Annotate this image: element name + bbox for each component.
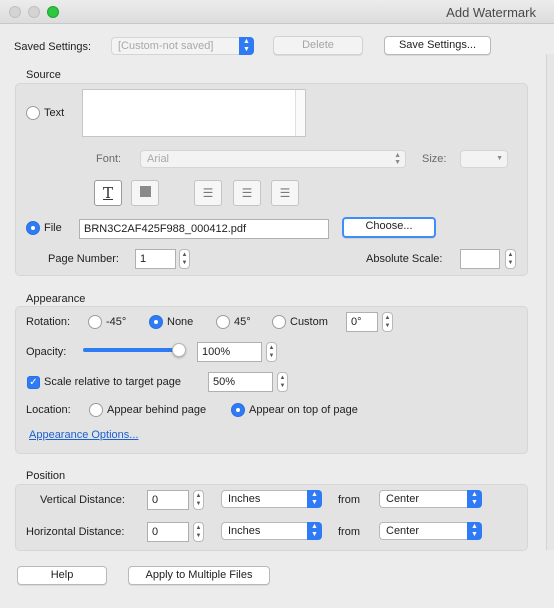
horizontal-from-label: from [338, 526, 360, 538]
align-right-icon[interactable]: ☰ [271, 180, 299, 206]
select-arrows-icon: ▲ ▼ [239, 37, 254, 55]
text-radio-label: Text [44, 107, 65, 119]
rotation-custom-label: Custom [290, 316, 328, 328]
horizontal-unit-value: Inches [228, 525, 261, 537]
opacity-field[interactable]: 100% [197, 342, 262, 362]
appearance-section-title: Appearance [26, 293, 86, 305]
watermark-text-area[interactable] [82, 89, 306, 137]
title-bar: Add Watermark [0, 0, 554, 24]
rotation-none-label: None [167, 316, 194, 328]
file-radio-label: File [44, 222, 62, 234]
vertical-from-value: Center [386, 493, 420, 505]
choose-file-button[interactable]: Choose... [342, 217, 436, 238]
horizontal-distance-stepper[interactable]: ▲ ▼ [193, 522, 204, 542]
zoom-window-button[interactable] [47, 6, 59, 18]
absolute-scale-field[interactable] [460, 249, 500, 269]
select-arrows-icon: ▲ ▼ [307, 522, 322, 540]
absolute-scale-label: Absolute Scale: [366, 253, 443, 265]
scale-field[interactable]: 50% [208, 372, 273, 392]
rotation-custom-field[interactable]: 0° [346, 312, 378, 332]
position-section-title: Position [26, 470, 66, 482]
scroll-rail[interactable] [546, 54, 554, 550]
rotation-45-radio[interactable] [216, 315, 230, 329]
scale-stepper[interactable]: ▲ ▼ [277, 372, 288, 392]
chevron-down-icon: ▼ [496, 155, 503, 162]
horizontal-distance-field[interactable]: 0 [147, 522, 189, 542]
rotation-45-label: 45° [234, 316, 251, 328]
opacity-slider-track[interactable] [83, 343, 186, 357]
saved-settings-label: Saved Settings: [14, 41, 92, 53]
close-window-button[interactable] [9, 6, 21, 18]
select-arrows-icon: ▲ ▼ [394, 152, 401, 166]
page-number-field[interactable]: 1 [135, 249, 176, 269]
vertical-distance-label: Vertical Distance: [40, 494, 125, 506]
location-behind-radio[interactable] [89, 403, 103, 417]
vertical-distance-field[interactable]: 0 [147, 490, 189, 510]
page-number-label: Page Number: [48, 253, 119, 265]
delete-button[interactable]: Delete [273, 36, 363, 55]
select-arrows-icon: ▲ ▼ [467, 490, 482, 508]
minimize-window-button[interactable] [28, 6, 40, 18]
rotation-none-radio[interactable] [149, 315, 163, 329]
align-center-icon[interactable]: ☰ [233, 180, 261, 206]
font-value: Arial [147, 153, 170, 165]
apply-multiple-files-button[interactable]: Apply to Multiple Files [128, 566, 270, 585]
save-settings-button[interactable]: Save Settings... [384, 36, 491, 55]
location-label: Location: [26, 404, 71, 416]
fill-square-icon[interactable] [131, 180, 159, 206]
appearance-options-link[interactable]: Appearance Options... [29, 429, 138, 441]
help-button[interactable]: Help [17, 566, 107, 585]
opacity-label: Opacity: [26, 346, 67, 358]
location-top-label: Appear on top of page [249, 404, 358, 416]
text-style-icon[interactable]: T [94, 180, 122, 206]
horizontal-from-select[interactable]: Center ▲ ▼ [379, 522, 482, 540]
select-arrows-icon: ▲ ▼ [307, 490, 322, 508]
opacity-stepper[interactable]: ▲ ▼ [266, 342, 277, 362]
opacity-slider-fill [83, 348, 183, 352]
text-area-scrollbar[interactable] [295, 90, 305, 136]
saved-settings-value: [Custom-not saved] [118, 40, 214, 52]
rotation-label: Rotation: [26, 316, 71, 328]
rotation-custom-stepper[interactable]: ▲ ▼ [382, 312, 393, 332]
horizontal-unit-select[interactable]: Inches ▲ ▼ [221, 522, 322, 540]
size-label: Size: [422, 153, 447, 165]
rotation-minus45-label: -45° [106, 316, 127, 328]
page-number-stepper[interactable]: ▲ ▼ [179, 249, 190, 269]
vertical-from-select[interactable]: Center ▲ ▼ [379, 490, 482, 508]
saved-settings-select[interactable]: [Custom-not saved] ▲ ▼ [111, 37, 254, 55]
rotation-custom-radio[interactable] [272, 315, 286, 329]
opacity-slider-knob[interactable] [172, 343, 186, 357]
horizontal-distance-label: Horizontal Distance: [26, 526, 125, 538]
source-section-title: Source [26, 69, 61, 81]
size-select[interactable]: ▼ [460, 150, 508, 168]
window-title: Add Watermark [446, 5, 536, 20]
file-radio[interactable] [26, 221, 40, 235]
location-behind-label: Appear behind page [107, 404, 207, 416]
vertical-distance-stepper[interactable]: ▲ ▼ [193, 490, 204, 510]
scale-relative-checkbox[interactable]: ✓ [27, 376, 40, 389]
vertical-from-label: from [338, 494, 360, 506]
rotation-minus45-radio[interactable] [88, 315, 102, 329]
location-top-radio[interactable] [231, 403, 245, 417]
horizontal-from-value: Center [386, 525, 420, 537]
scale-relative-label: Scale relative to target page [44, 376, 181, 388]
select-arrows-icon: ▲ ▼ [467, 522, 482, 540]
vertical-unit-value: Inches [228, 493, 261, 505]
align-left-icon[interactable]: ☰ [194, 180, 222, 206]
font-label: Font: [96, 153, 122, 165]
text-radio[interactable] [26, 106, 40, 120]
vertical-unit-select[interactable]: Inches ▲ ▼ [221, 490, 322, 508]
file-path-field[interactable]: BRN3C2AF425F988_000412.pdf [79, 219, 329, 239]
font-select[interactable]: Arial ▲ ▼ [140, 150, 406, 168]
absolute-scale-stepper[interactable]: ▲ ▼ [505, 249, 516, 269]
